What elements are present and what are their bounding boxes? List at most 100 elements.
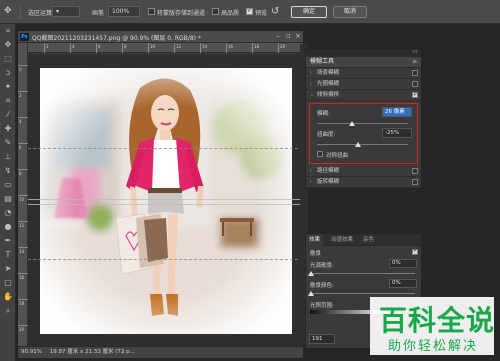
symmetric-distortion-checkbox[interactable] — [317, 151, 323, 157]
blur-row-field[interactable]: › 场景模糊 — [306, 68, 421, 79]
tilt-shift-guide-bottom-outer[interactable] — [28, 259, 303, 260]
tab-motion-effects[interactable]: 动感效果 — [328, 234, 356, 246]
panel-menu-icon[interactable]: ≡ — [412, 57, 417, 67]
hand-icon[interactable]: ✋ — [0, 290, 16, 304]
save-channel-label: 将蒙版存储到通道 — [157, 10, 206, 17]
eraser-icon[interactable]: ▭ — [0, 178, 16, 192]
wand-icon[interactable]: ✦ — [0, 80, 16, 94]
ruler-tick — [226, 43, 227, 53]
close-icon[interactable]: × — [295, 32, 301, 40]
collapse-panel-icon[interactable]: «» — [412, 49, 418, 55]
tilt-shift-guide-bottom-inner[interactable] — [28, 204, 303, 205]
distortion-input[interactable]: -25% — [382, 128, 412, 138]
shape-icon[interactable]: ▢ — [0, 276, 16, 290]
tab-noise[interactable]: 杂色 — [360, 234, 377, 246]
save-channel-checkbox[interactable] — [148, 8, 155, 15]
ruler-tick — [96, 43, 97, 53]
ruler-number: 8 — [124, 44, 127, 49]
zoom-icon[interactable]: ⌕ — [0, 304, 16, 318]
blur-amount-field: 模糊: 26 像素 — [313, 107, 414, 120]
tab-effects[interactable]: 效果 — [306, 234, 324, 246]
blur-icon[interactable]: ◔ — [0, 206, 16, 220]
ruler-number: 14 — [202, 44, 208, 49]
size-dropdown[interactable]: 100% — [108, 6, 140, 17]
stamp-icon[interactable]: ⊥ — [0, 150, 16, 164]
marquee-icon[interactable]: ⬚ — [0, 52, 16, 66]
ruler-tick — [18, 273, 28, 274]
ruler-number: 14 — [19, 249, 25, 254]
ruler-number: 12 — [19, 223, 25, 228]
light-bokeh-slider[interactable] — [306, 270, 421, 278]
zoom-readout[interactable]: 90.91% — [21, 349, 42, 355]
canvas-area[interactable] — [28, 54, 303, 346]
gradient-icon[interactable]: ▤ — [0, 192, 16, 206]
ruler-tick — [70, 43, 71, 53]
collapse-arrow-icon[interactable]: ⌄ — [310, 90, 317, 100]
panel-top-bar: «» — [306, 49, 421, 57]
cancel-button[interactable]: 取消 — [333, 6, 367, 18]
blur-row-spin[interactable]: › 旋转模糊 — [306, 177, 421, 188]
slider-knob[interactable] — [308, 291, 314, 296]
blur-amount-slider[interactable] — [313, 120, 414, 128]
blur-row-tilt-shift[interactable]: ⌄ 倾斜偏移 — [306, 90, 421, 101]
tilt-shift-guide-top-outer[interactable] — [28, 148, 303, 149]
crop-icon[interactable]: ⌗ — [0, 94, 16, 108]
ruler-tick — [18, 169, 28, 170]
ruler-number: 4 — [19, 119, 22, 124]
light-range-input[interactable]: 191 — [309, 334, 335, 344]
status-menu-icon[interactable]: › — [122, 347, 124, 358]
slider-knob[interactable] — [349, 121, 355, 126]
lasso-icon[interactable]: ↄ — [0, 66, 16, 80]
iris-blur-checkbox[interactable] — [412, 81, 418, 87]
reset-icon[interactable]: ↺ — [271, 6, 283, 18]
blur-row-iris[interactable]: › 光圈模糊 — [306, 79, 421, 90]
ruler-number: 16 — [228, 44, 234, 49]
document-tab[interactable]: Ps QQ截图20211203231457.png @ 90.9% (图层 0,… — [18, 31, 303, 43]
hq-checkbox[interactable] — [212, 8, 219, 15]
slider-track — [310, 273, 415, 274]
tilt-shift-checkbox[interactable] — [412, 90, 418, 100]
path-blur-checkbox[interactable] — [412, 168, 418, 174]
expand-arrow-icon[interactable]: › — [310, 166, 317, 176]
collapse-icon[interactable]: » — [0, 24, 16, 38]
light-bokeh-input[interactable]: 0% — [389, 259, 417, 268]
bokeh-checkbox[interactable] — [412, 247, 418, 255]
expand-arrow-icon[interactable]: › — [310, 79, 317, 89]
document-title: QQ截图20211203231457.png @ 90.9% (图层 0, RG… — [32, 35, 201, 42]
dodge-icon[interactable]: ● — [0, 220, 16, 234]
mode-dropdown[interactable]: ▾ — [52, 6, 80, 17]
ruler-tick — [18, 221, 28, 222]
slider-knob[interactable] — [355, 142, 361, 147]
ruler-number: 18 — [19, 301, 25, 306]
maximize-icon[interactable]: ▫ — [286, 32, 291, 40]
history-brush-icon[interactable]: ↯ — [0, 164, 16, 178]
text-icon[interactable]: T — [0, 248, 16, 262]
blur-amount-label: 模糊: — [317, 111, 330, 117]
slider-knob[interactable] — [308, 271, 314, 276]
hq-label: 高品质 — [221, 10, 240, 17]
eyedropper-icon[interactable]: ⁄ — [0, 108, 16, 122]
bokeh-color-row: 散景颜色: 0% — [306, 278, 421, 290]
divider — [20, 5, 21, 19]
tilt-shift-guide-top-inner[interactable] — [28, 199, 303, 200]
bokeh-color-input[interactable]: 0% — [389, 279, 417, 288]
expand-arrow-icon[interactable]: › — [310, 177, 317, 187]
effects-tabs: 效果 动感效果 杂色 — [306, 234, 421, 246]
expand-arrow-icon[interactable]: › — [310, 68, 317, 78]
path-select-icon[interactable]: ➤ — [0, 262, 16, 276]
move-tool-icon[interactable]: ✥ — [4, 6, 14, 16]
move-icon[interactable]: ✥ — [0, 38, 16, 52]
spin-blur-checkbox[interactable] — [412, 179, 418, 185]
distortion-slider[interactable] — [313, 141, 414, 149]
symmetric-distortion-option[interactable]: 对称扭曲 — [313, 149, 414, 159]
blur-tools-panel: «» 模糊工具 ≡ ›场景模糊 ›光圈模糊 ⌄倾斜偏移 模糊: 26 像素 扭曲… — [305, 48, 422, 189]
heal-icon[interactable]: ✚ — [0, 122, 16, 136]
blur-row-path[interactable]: › 路径模糊 — [306, 166, 421, 177]
pen-icon[interactable]: ✒ — [0, 234, 16, 248]
minimize-icon[interactable]: – — [276, 32, 280, 40]
preview-checkbox[interactable] — [246, 7, 253, 15]
brush-icon[interactable]: ✎ — [0, 136, 16, 150]
ok-button[interactable]: 确定 — [291, 6, 327, 18]
field-blur-checkbox[interactable] — [412, 70, 418, 76]
blur-amount-input[interactable]: 26 像素 — [382, 107, 412, 117]
